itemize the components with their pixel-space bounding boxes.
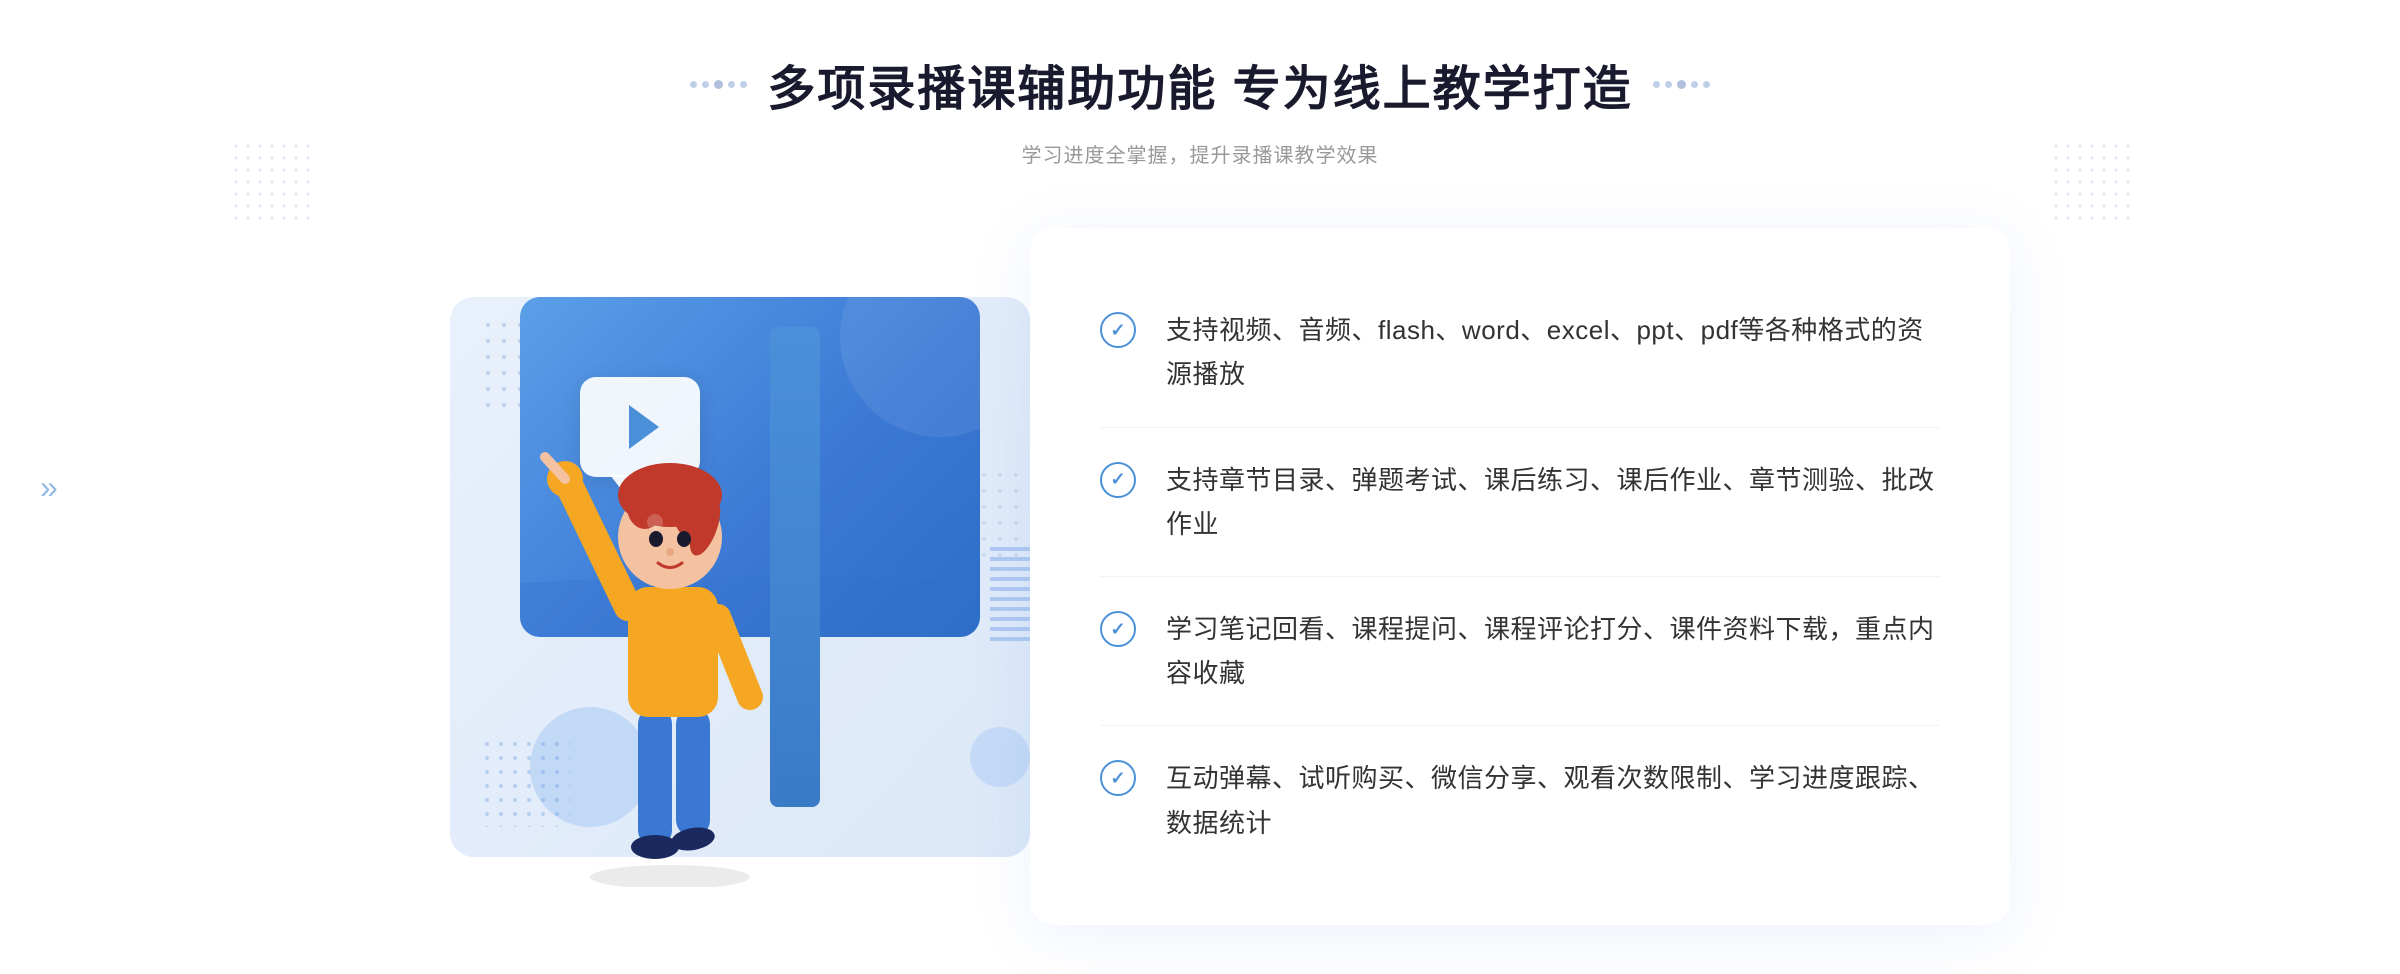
dot — [740, 81, 747, 88]
check-icon-1 — [1100, 312, 1136, 348]
dot — [1665, 81, 1672, 88]
dot — [1703, 81, 1710, 88]
dot — [690, 81, 697, 88]
section-header: 多项录播课辅助功能 专为线上教学打造 学习进度全掌握，提升录播课教学效果 — [690, 49, 1709, 168]
dot — [1691, 81, 1698, 88]
check-circle-1 — [1100, 312, 1136, 348]
feature-item-1: 支持视频、音频、flash、word、excel、ppt、pdf等各种格式的资源… — [1100, 278, 1940, 427]
dot — [1653, 81, 1660, 88]
section-title: 多项录播课辅助功能 专为线上教学打造 — [767, 49, 1632, 119]
feature-item-4: 互动弹幕、试听购买、微信分享、观看次数限制、学习进度跟踪、数据统计 — [1100, 726, 1940, 874]
main-content: » — [350, 228, 2050, 925]
check-icon-3 — [1100, 611, 1136, 647]
check-icon-4 — [1100, 760, 1136, 796]
dot — [728, 81, 735, 88]
title-dots-left — [690, 80, 747, 89]
feature-item-3: 学习笔记回看、课程提问、课程评论打分、课件资料下载，重点内容收藏 — [1100, 577, 1940, 726]
feature-text-3: 学习笔记回看、课程提问、课程评论打分、课件资料下载，重点内容收藏 — [1166, 607, 1940, 695]
dot-large — [714, 80, 723, 89]
dot-large — [1677, 80, 1686, 89]
left-chevrons-decoration: » — [40, 471, 58, 503]
dots-decoration-top-right — [2050, 140, 2130, 220]
check-icon-2 — [1100, 462, 1136, 498]
title-row: 多项录播课辅助功能 专为线上教学打造 — [690, 49, 1709, 119]
page-container: 多项录播课辅助功能 专为线上教学打造 学习进度全掌握，提升录播课教学效果 » — [0, 0, 2400, 974]
person-illustration — [540, 387, 800, 887]
feature-text-1: 支持视频、音频、flash、word、excel、ppt、pdf等各种格式的资源… — [1166, 308, 1940, 396]
feature-item-2: 支持章节目录、弹题考试、课后练习、课后作业、章节测验、批改作业 — [1100, 428, 1940, 577]
blue-circle-small-decoration — [970, 727, 1030, 787]
check-circle-2 — [1100, 462, 1136, 498]
check-circle-3 — [1100, 611, 1136, 647]
content-panel: 支持视频、音频、flash、word、excel、ppt、pdf等各种格式的资源… — [1030, 228, 2010, 925]
check-circle-4 — [1100, 760, 1136, 796]
feature-text-2: 支持章节目录、弹题考试、课后练习、课后作业、章节测验、批改作业 — [1166, 458, 1940, 546]
title-dots-right — [1653, 80, 1710, 89]
illustration-area — [390, 267, 1070, 887]
dots-decoration-top-left — [230, 140, 310, 220]
feature-text-4: 互动弹幕、试听购买、微信分享、观看次数限制、学习进度跟踪、数据统计 — [1166, 756, 1940, 844]
dot — [702, 81, 709, 88]
section-subtitle: 学习进度全掌握，提升录播课教学效果 — [690, 139, 1709, 168]
chevron-right-icon: » — [40, 471, 58, 503]
